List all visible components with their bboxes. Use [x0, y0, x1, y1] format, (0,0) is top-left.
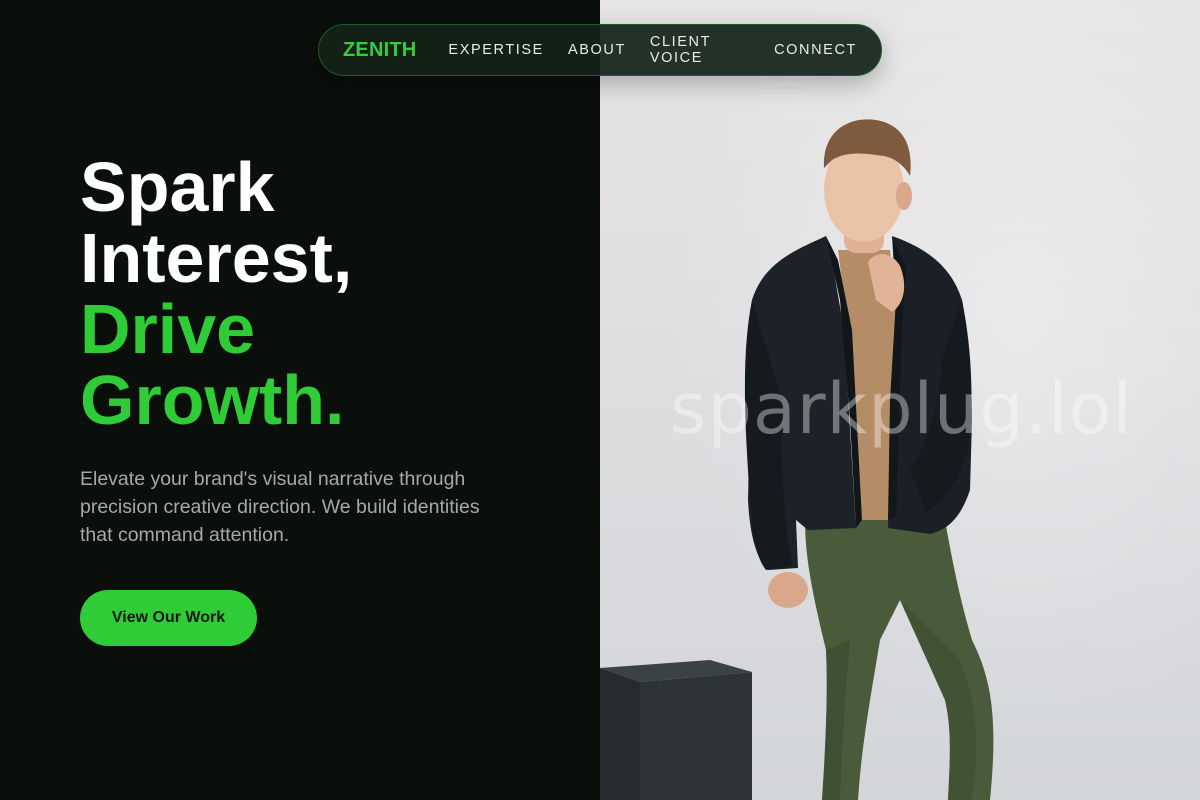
hero-photo: sparkplug.lol [600, 0, 1200, 800]
watermark-text: sparkplug.lol [670, 368, 1133, 450]
view-our-work-button[interactable]: View Our Work [80, 590, 257, 646]
hero-subtitle: Elevate your brand's visual narrative th… [80, 468, 480, 546]
heading-line-1: Spark [80, 148, 275, 226]
pedestal-box [600, 660, 752, 800]
nav-link-client-voice[interactable]: CLIENT VOICE [650, 34, 750, 66]
head [823, 119, 912, 253]
top-nav: ZENITH EXPERTISE ABOUT CLIENT VOICE CONN… [318, 24, 882, 76]
nav-link-expertise[interactable]: EXPERTISE [448, 42, 544, 58]
heading-accent-line-2: Growth. [80, 361, 345, 439]
heading-line-2: Interest, [80, 219, 353, 297]
hero-heading: Spark Interest, Drive Growth. [80, 152, 352, 436]
brand-logo[interactable]: ZENITH [343, 39, 416, 62]
nav-link-connect[interactable]: CONNECT [774, 42, 857, 58]
left-hand [768, 572, 808, 608]
heading-accent-line-1: Drive [80, 290, 256, 368]
trousers [805, 520, 994, 800]
nav-link-about[interactable]: ABOUT [568, 42, 626, 58]
